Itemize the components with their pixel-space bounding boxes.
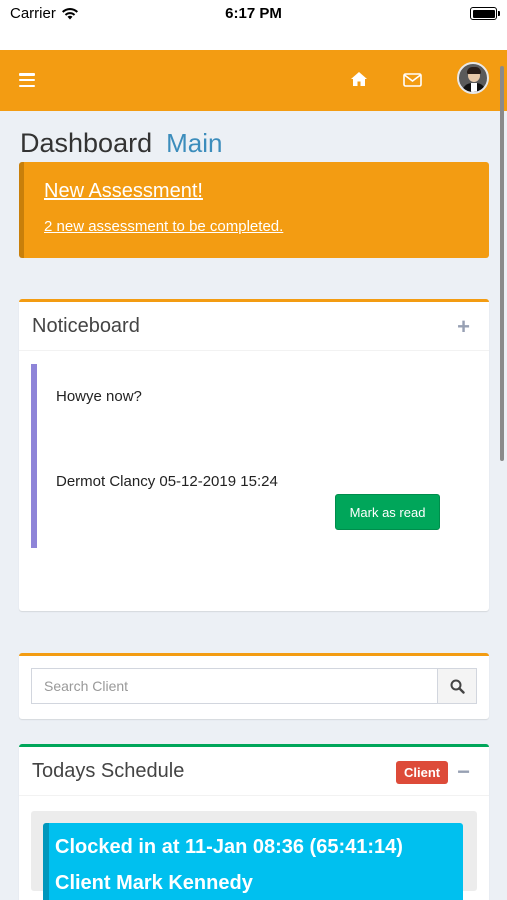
status-bar: Carrier 6:17 PM: [0, 0, 507, 50]
search-icon: [450, 679, 465, 694]
plus-icon[interactable]: +: [457, 314, 470, 340]
schedule-entry: Clocked in at 11-Jan 08:36 (65:41:14) Cl…: [31, 811, 477, 900]
page-subtitle: Main: [166, 128, 223, 158]
callout-title-link[interactable]: New Assessment!: [44, 180, 489, 203]
schedule-title: Todays Schedule: [32, 759, 185, 782]
notice-text: Howye now?: [56, 388, 142, 405]
clocked-in-card[interactable]: Clocked in at 11-Jan 08:36 (65:41:14) Cl…: [43, 823, 463, 900]
clocked-in-line: Clocked in at 11-Jan 08:36 (65:41:14): [55, 836, 403, 858]
minus-icon[interactable]: −: [457, 759, 470, 785]
mark-as-read-button[interactable]: Mark as read: [335, 494, 440, 530]
notice-item: Howye now? Dermot Clancy 05-12-2019 15:2…: [31, 364, 471, 548]
client-search: Search Client: [31, 668, 477, 704]
page-title: Dashboard Main: [20, 128, 222, 159]
scrollbar[interactable]: [500, 66, 504, 461]
noticeboard-title: Noticeboard: [32, 314, 140, 337]
schedule-box: Todays Schedule Client − Clocked in at 1…: [19, 744, 489, 900]
home-icon[interactable]: [350, 71, 368, 87]
noticeboard-box: Noticeboard + Howye now? Dermot Clancy 0…: [19, 299, 489, 611]
notice-author: Dermot Clancy 05-12-2019 15:24: [56, 473, 278, 490]
page-title-text: Dashboard: [20, 128, 153, 158]
client-badge: Client: [396, 761, 449, 784]
noticeboard-header: Noticeboard +: [19, 302, 489, 351]
search-client-input[interactable]: Search Client: [31, 668, 437, 704]
schedule-header: Todays Schedule Client −: [19, 747, 489, 796]
new-assessment-callout: New Assessment! 2 new assessment to be c…: [19, 162, 489, 258]
hamburger-icon[interactable]: [19, 73, 35, 87]
client-name-line: Client Mark Kennedy: [55, 872, 253, 894]
envelope-icon[interactable]: [403, 73, 422, 87]
callout-message-link[interactable]: 2 new assessment to be completed.: [44, 218, 489, 235]
battery-icon: [470, 7, 500, 20]
search-box: Search Client: [19, 653, 489, 719]
search-button[interactable]: [437, 668, 477, 704]
clock: 6:17 PM: [225, 5, 282, 22]
top-navbar: [0, 50, 507, 111]
user-avatar[interactable]: [457, 62, 489, 94]
